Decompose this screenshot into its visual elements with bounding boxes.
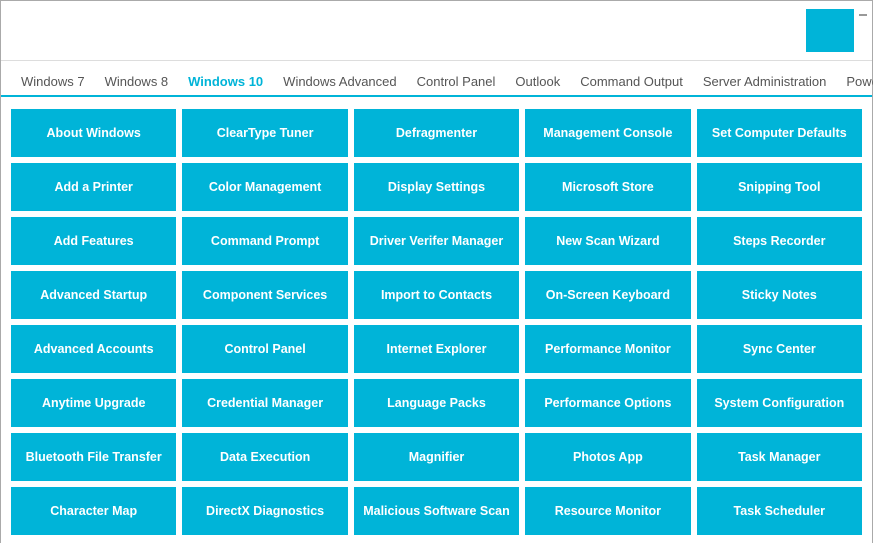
tile-credential-manager[interactable]: Credential Manager bbox=[182, 379, 347, 427]
maximize-button[interactable] bbox=[859, 14, 867, 16]
tile-management-console[interactable]: Management Console bbox=[525, 109, 690, 157]
tab-windows-7[interactable]: Windows 7 bbox=[11, 68, 95, 97]
top-right-controls bbox=[806, 9, 872, 52]
tile-grid: About WindowsClearType TunerDefragmenter… bbox=[11, 109, 862, 535]
tile-magnifier[interactable]: Magnifier bbox=[354, 433, 519, 481]
tile-command-prompt[interactable]: Command Prompt bbox=[182, 217, 347, 265]
tile-about-windows[interactable]: About Windows bbox=[11, 109, 176, 157]
tile-set-computer-defaults[interactable]: Set Computer Defaults bbox=[697, 109, 862, 157]
tile-advanced-accounts[interactable]: Advanced Accounts bbox=[11, 325, 176, 373]
tile-malicious-software-scan[interactable]: Malicious Software Scan bbox=[354, 487, 519, 535]
tile-import-to-contacts[interactable]: Import to Contacts bbox=[354, 271, 519, 319]
tab-bar: Windows 7Windows 8Windows 10Windows Adva… bbox=[1, 61, 872, 97]
tab-command-output[interactable]: Command Output bbox=[570, 68, 693, 97]
tile-new-scan-wizard[interactable]: New Scan Wizard bbox=[525, 217, 690, 265]
tile-add-features[interactable]: Add Features bbox=[11, 217, 176, 265]
tab-windows-8[interactable]: Windows 8 bbox=[95, 68, 179, 97]
tile-sync-center[interactable]: Sync Center bbox=[697, 325, 862, 373]
tile-add-a-printer[interactable]: Add a Printer bbox=[11, 163, 176, 211]
tile-bluetooth-file-transfer[interactable]: Bluetooth File Transfer bbox=[11, 433, 176, 481]
tile-internet-explorer[interactable]: Internet Explorer bbox=[354, 325, 519, 373]
tile-component-services[interactable]: Component Services bbox=[182, 271, 347, 319]
tile-task-manager[interactable]: Task Manager bbox=[697, 433, 862, 481]
tile-cleartype-tuner[interactable]: ClearType Tuner bbox=[182, 109, 347, 157]
tab-windows-advanced[interactable]: Windows Advanced bbox=[273, 68, 406, 97]
tab-windows-10[interactable]: Windows 10 bbox=[178, 68, 273, 97]
tile-photos-app[interactable]: Photos App bbox=[525, 433, 690, 481]
tile-snipping-tool[interactable]: Snipping Tool bbox=[697, 163, 862, 211]
tile-performance-options[interactable]: Performance Options bbox=[525, 379, 690, 427]
grid-area: About WindowsClearType TunerDefragmenter… bbox=[1, 97, 872, 544]
tile-language-packs[interactable]: Language Packs bbox=[354, 379, 519, 427]
tile-microsoft-store[interactable]: Microsoft Store bbox=[525, 163, 690, 211]
window-controls bbox=[854, 9, 872, 16]
tab-server-administration[interactable]: Server Administration bbox=[693, 68, 837, 97]
tile-color-management[interactable]: Color Management bbox=[182, 163, 347, 211]
tile-sticky-notes[interactable]: Sticky Notes bbox=[697, 271, 862, 319]
tile-steps-recorder[interactable]: Steps Recorder bbox=[697, 217, 862, 265]
tab-outlook[interactable]: Outlook bbox=[505, 68, 570, 97]
options-button[interactable] bbox=[806, 9, 854, 52]
tile-system-configuration[interactable]: System Configuration bbox=[697, 379, 862, 427]
tile-character-map[interactable]: Character Map bbox=[11, 487, 176, 535]
title-bar bbox=[1, 1, 872, 61]
tile-directx-diagnostics[interactable]: DirectX Diagnostics bbox=[182, 487, 347, 535]
tile-resource-monitor[interactable]: Resource Monitor bbox=[525, 487, 690, 535]
tile-anytime-upgrade[interactable]: Anytime Upgrade bbox=[11, 379, 176, 427]
tab-powershell[interactable]: Powershell bbox=[836, 68, 873, 97]
tile-driver-verifer-manager[interactable]: Driver Verifer Manager bbox=[354, 217, 519, 265]
tile-performance-monitor[interactable]: Performance Monitor bbox=[525, 325, 690, 373]
tile-display-settings[interactable]: Display Settings bbox=[354, 163, 519, 211]
tab-control-panel[interactable]: Control Panel bbox=[407, 68, 506, 97]
tile-data-execution[interactable]: Data Execution bbox=[182, 433, 347, 481]
tile-defragmenter[interactable]: Defragmenter bbox=[354, 109, 519, 157]
tile-task-scheduler[interactable]: Task Scheduler bbox=[697, 487, 862, 535]
tile-advanced-startup[interactable]: Advanced Startup bbox=[11, 271, 176, 319]
tile-control-panel[interactable]: Control Panel bbox=[182, 325, 347, 373]
tile-on-screen-keyboard[interactable]: On-Screen Keyboard bbox=[525, 271, 690, 319]
